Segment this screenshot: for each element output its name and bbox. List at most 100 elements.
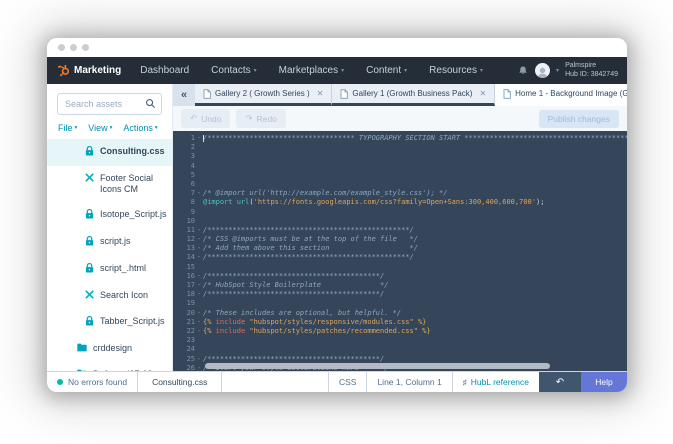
- brand[interactable]: Marketing: [57, 64, 121, 77]
- folder-item[interactable]: crddesign: [47, 336, 172, 362]
- undo-button[interactable]: ↶ Undo: [181, 109, 231, 128]
- fold-marker-icon[interactable]: ▾: [195, 235, 203, 244]
- fold-marker-icon[interactable]: ▾: [195, 290, 203, 299]
- fold-marker-icon[interactable]: ▾: [195, 355, 203, 364]
- editor-tab-2[interactable]: Gallery 1 (Growth Business Pack) ✕: [332, 84, 496, 106]
- horizontal-scrollbar[interactable]: [205, 363, 550, 369]
- fold-gap: [195, 345, 203, 354]
- document-icon: [340, 88, 349, 99]
- close-tab-icon[interactable]: ✕: [317, 89, 324, 98]
- hubspot-sprocket-icon: [58, 64, 70, 77]
- sidebar-menu-view[interactable]: View ▾: [88, 123, 112, 133]
- file-item[interactable]: Consulting.css: [47, 139, 172, 166]
- nav-item-dashboard[interactable]: Dashboard: [129, 65, 200, 76]
- menu-label: Actions: [123, 123, 153, 133]
- cursor-position: Line 1, Column 1: [366, 372, 451, 392]
- code-line: 21 ▾ {% include "hubspot/styles/responsive…: [173, 318, 627, 327]
- redo-button[interactable]: ↷ Redo: [236, 109, 286, 128]
- locked-file-icon: [85, 145, 94, 156]
- sidebar-menu-actions[interactable]: Actions ▾: [123, 123, 157, 133]
- line-number: 12: [186, 235, 195, 244]
- code-text: /***************************************…: [203, 290, 385, 299]
- locked-file-icon: [85, 235, 94, 246]
- fold-marker-icon[interactable]: ▾: [195, 281, 203, 290]
- fold-marker-icon[interactable]: ▾: [195, 134, 203, 143]
- chevron-down-icon: ▾: [341, 68, 345, 74]
- code-line: 18 ▾/************************************…: [173, 290, 627, 299]
- nav-item-contacts[interactable]: Contacts ▾: [200, 65, 267, 76]
- close-tab-icon[interactable]: ✕: [479, 89, 486, 98]
- fold-marker-icon[interactable]: ▾: [195, 309, 203, 318]
- account-caret-icon[interactable]: ▾: [556, 67, 559, 74]
- fold-marker-icon[interactable]: ▾: [195, 244, 203, 253]
- fold-gap: [195, 299, 203, 308]
- search-icon[interactable]: [145, 98, 156, 109]
- code-line: 20 ▾/* These includes are optional, but h…: [173, 309, 627, 318]
- file-item[interactable]: Search Icon: [47, 283, 172, 309]
- sidebar-menu-file[interactable]: File ▾: [58, 123, 77, 133]
- open-file-tab[interactable]: Consulting.css: [137, 372, 223, 392]
- file-item[interactable]: Footer Social Icons CM: [47, 166, 172, 202]
- line-number: 25: [186, 354, 195, 363]
- code-editor[interactable]: 1 ▾/*********************************** T…: [173, 131, 627, 371]
- line-number: 11: [186, 225, 195, 234]
- window-minimize-button[interactable]: [70, 44, 77, 51]
- line-number: 26: [186, 363, 195, 371]
- help-button[interactable]: Help: [581, 372, 627, 392]
- publish-changes-button[interactable]: Publish changes: [538, 109, 619, 128]
- fold-marker-icon[interactable]: ▾: [195, 327, 203, 336]
- code-line: 5: [173, 171, 627, 180]
- fold-marker-icon[interactable]: ▾: [195, 226, 203, 235]
- file-item[interactable]: script.js: [47, 229, 172, 256]
- nav-menu: Dashboard Contacts ▾ Marketplaces ▾ Content ▾ R…: [129, 65, 494, 76]
- window-zoom-button[interactable]: [82, 44, 89, 51]
- line-number: 3: [190, 152, 195, 161]
- language-mode[interactable]: CSS: [327, 372, 366, 392]
- brand-label: Marketing: [74, 65, 122, 76]
- asset-name: Consulting.css: [100, 146, 165, 156]
- fold-marker-icon[interactable]: ▾: [195, 318, 203, 327]
- code-line: 7 ▾/* @import url('http://example.com/exa…: [173, 189, 627, 198]
- file-item[interactable]: script_.html: [47, 256, 172, 283]
- avatar[interactable]: [535, 63, 551, 78]
- fold-gap: [195, 208, 203, 217]
- status-ok-dot-icon: [57, 379, 63, 385]
- editor-tab-1[interactable]: Gallery 2 ( Growth Series ) ✕: [195, 84, 333, 106]
- asset-name: Isotope_Script.js: [100, 209, 167, 219]
- folder-item[interactable]: Defence(27-02-18): [47, 362, 172, 371]
- fold-marker-icon[interactable]: ▾: [195, 189, 203, 198]
- account-info: Palmspire Hub ID: 3842749: [565, 62, 618, 79]
- chevron-down-icon: ▾: [404, 68, 408, 74]
- tab-label: Gallery 2 ( Growth Series ): [215, 89, 310, 98]
- notifications-bell-icon[interactable]: [517, 65, 529, 77]
- window-close-button[interactable]: [58, 44, 65, 51]
- nav-item-marketplaces[interactable]: Marketplaces ▾: [268, 65, 355, 76]
- code-line: 4: [173, 162, 627, 171]
- code-text: /***************************************…: [203, 253, 414, 262]
- hubl-reference-button[interactable]: ♯ HubL reference: [451, 372, 539, 392]
- fold-gap: [195, 263, 203, 272]
- nav-item-resources[interactable]: Resources ▾: [418, 65, 494, 76]
- code-line: 14 ▾/************************************…: [173, 253, 627, 262]
- fold-gap: [195, 217, 203, 226]
- fold-gap: [195, 162, 203, 171]
- code-line: 17 ▾/* HubSpot Style Boilerplate */: [173, 281, 627, 290]
- fold-gap: [195, 198, 203, 207]
- fold-marker-icon[interactable]: ▾: [195, 364, 203, 371]
- fold-marker-icon[interactable]: ▾: [195, 272, 203, 281]
- nav-item-content[interactable]: Content ▾: [355, 65, 418, 76]
- code-line: 24: [173, 345, 627, 354]
- fold-marker-icon[interactable]: ▾: [195, 253, 203, 262]
- asset-name: script.js: [100, 236, 131, 246]
- custom-module-icon: [85, 290, 94, 299]
- editor-tab-3[interactable]: Home 1 - Background Image (Gro...✕: [495, 84, 627, 106]
- editor-pane: « Gallery 2 ( Growth Series ) ✕ Gallery 1 …: [173, 84, 627, 371]
- file-item[interactable]: Isotope_Script.js: [47, 202, 172, 229]
- file-item[interactable]: Tabber_Script.js: [47, 309, 172, 336]
- collapse-sidebar-icon[interactable]: «: [173, 84, 195, 106]
- nav-item-label: Dashboard: [140, 65, 190, 76]
- statusbar-undo-button[interactable]: ↶: [539, 372, 581, 392]
